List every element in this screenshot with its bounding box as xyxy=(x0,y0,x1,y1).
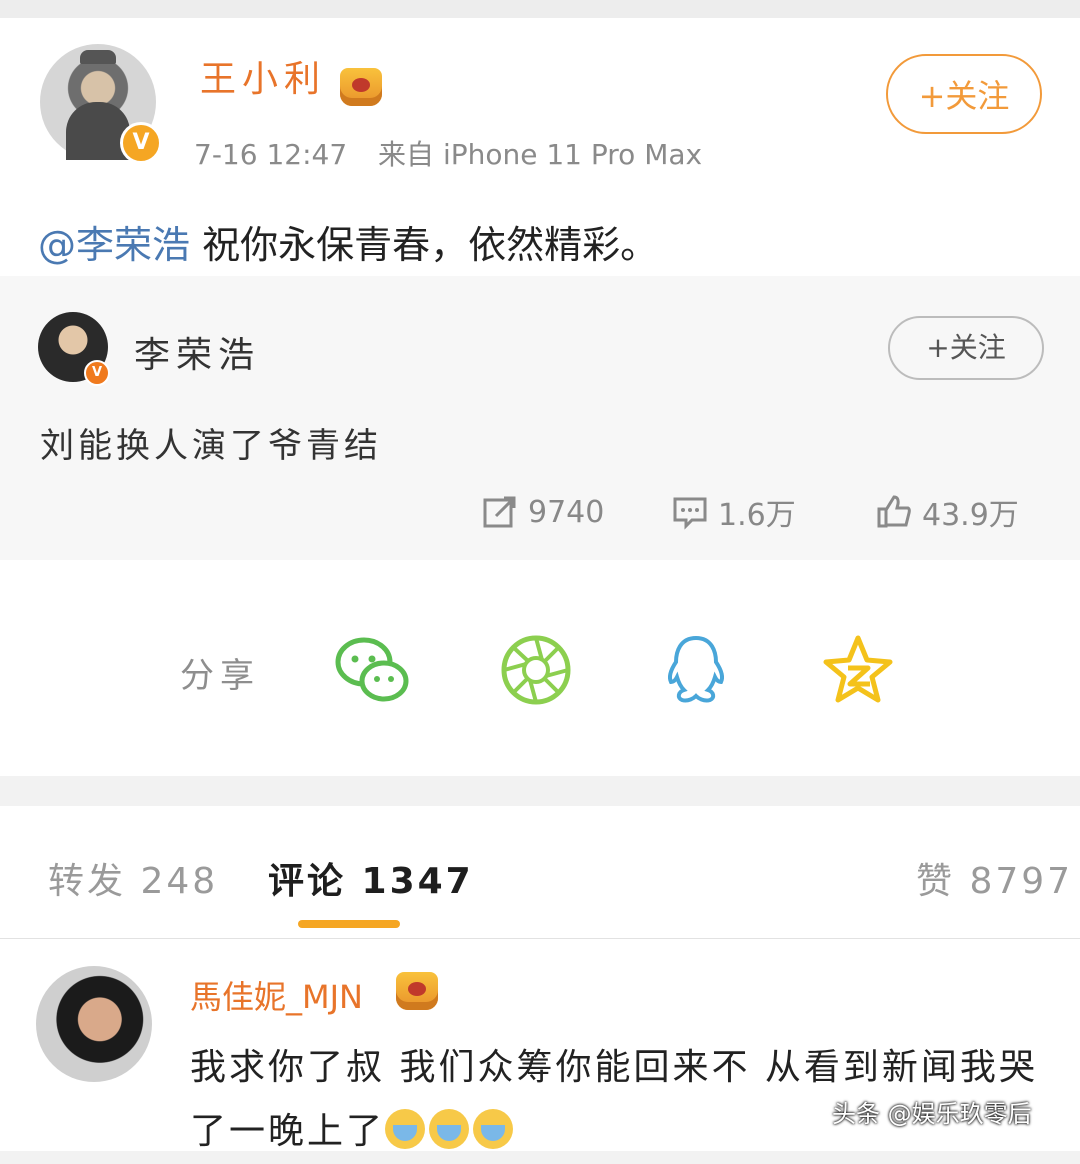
post-meta: 7-16 12:47 来自 iPhone 11 Pro Max xyxy=(194,133,702,173)
comment-icon xyxy=(673,497,707,530)
crying-emoji-icon xyxy=(429,1109,470,1149)
thumbs-up-icon xyxy=(877,495,911,528)
avatar-body xyxy=(66,102,130,160)
tab-comment[interactable]: 评论 1347 xyxy=(268,852,474,904)
watermark: 头条 @娱乐玖零后 xyxy=(832,1100,1032,1128)
author-avatar[interactable]: V xyxy=(40,44,162,164)
follow-button[interactable]: +关注 xyxy=(886,54,1042,134)
post-body: 祝你永保青春，依然精彩。 xyxy=(190,223,659,267)
tab-repost[interactable]: 转发 248 xyxy=(48,852,218,904)
active-tab-indicator xyxy=(298,920,400,928)
repost-count: 9740 xyxy=(528,494,605,530)
verified-badge-icon: V xyxy=(120,122,162,164)
post-source: 来自 iPhone 11 Pro Max xyxy=(378,138,703,171)
crying-emoji-icon xyxy=(473,1109,514,1149)
commenter-avatar[interactable] xyxy=(36,966,152,1082)
top-strip xyxy=(0,0,1080,18)
section-gap xyxy=(0,776,1080,806)
moments-icon[interactable] xyxy=(498,632,574,708)
verified-badge-icon: V xyxy=(84,360,110,386)
vip-crown-icon xyxy=(396,972,438,1010)
like-stat[interactable]: 43.9万 xyxy=(876,492,1019,533)
share-label: 分享 xyxy=(180,656,260,696)
like-count: 43.9万 xyxy=(922,498,1019,533)
comment-stat[interactable]: 1.6万 xyxy=(672,492,796,533)
author-name[interactable]: 王小利 xyxy=(200,50,326,102)
crying-emoji-icon xyxy=(385,1109,426,1149)
repost-stat[interactable]: 9740 xyxy=(482,492,604,532)
repost-text: 刘能换人演了爷青结 xyxy=(40,426,382,466)
avatar-hat xyxy=(80,50,116,64)
qzone-icon[interactable] xyxy=(820,632,896,708)
share-out-icon xyxy=(483,496,516,528)
repost-author-name[interactable]: 李荣浩 xyxy=(134,326,260,378)
post-text: @李荣浩 祝你永保青春，依然精彩。 xyxy=(38,214,658,269)
wechat-icon[interactable] xyxy=(334,632,410,708)
vip-crown-icon xyxy=(340,68,382,106)
tab-like[interactable]: 赞 8797 xyxy=(916,852,1073,904)
mention-link[interactable]: @李荣浩 xyxy=(38,223,190,267)
commenter-name[interactable]: 馬佳妮_MJN xyxy=(190,972,363,1018)
post-time: 7-16 12:47 xyxy=(194,138,348,171)
comment-count: 1.6万 xyxy=(718,498,796,533)
repost-follow-button[interactable]: +关注 xyxy=(888,316,1044,380)
qq-icon[interactable] xyxy=(658,632,734,708)
